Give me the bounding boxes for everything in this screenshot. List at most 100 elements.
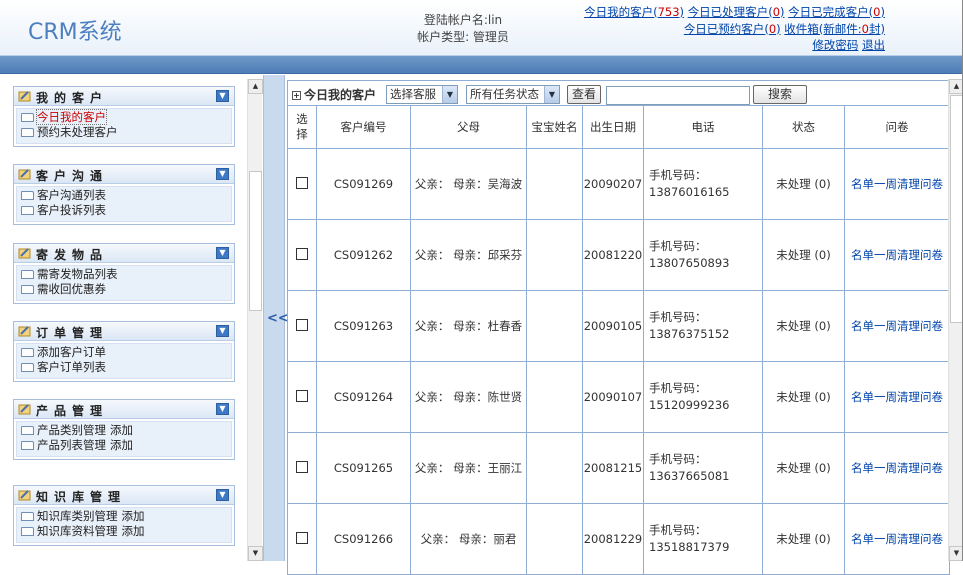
sidebar-item-label[interactable]: 产品列表管理 — [37, 438, 106, 452]
select-cell — [287, 432, 317, 504]
sidebar-item[interactable]: 需收回优惠券 — [21, 282, 229, 297]
row-checkbox[interactable] — [296, 247, 308, 260]
tool-icon — [18, 91, 31, 102]
add-link[interactable]: 添加 — [122, 524, 145, 538]
collapse-panel-icon[interactable]: ▼ — [216, 325, 229, 337]
scroll-up-icon[interactable]: ▲ — [949, 79, 963, 94]
collapse-panel-icon[interactable]: ▼ — [216, 168, 229, 180]
sidebar-item-label[interactable]: 今日我的客户 — [36, 109, 107, 125]
birth-date: 20081220 — [582, 219, 644, 291]
search-button[interactable]: 搜索 — [753, 85, 807, 104]
collapse-panel-icon[interactable]: ▼ — [216, 247, 229, 259]
link-logout[interactable]: 退出 — [862, 38, 885, 52]
row-checkbox[interactable] — [296, 176, 308, 189]
scroll-down-icon[interactable]: ▼ — [248, 546, 263, 561]
link-today-handled[interactable]: 今日已处理客户(0) — [688, 5, 785, 19]
link-change-password[interactable]: 修改密码 — [812, 38, 858, 52]
survey-link[interactable]: 名单一周清理问卷 — [844, 361, 950, 433]
link-today-done[interactable]: 今日已完成客户(0) — [788, 5, 885, 19]
table-row[interactable]: CS091269 父亲： 母亲：吴海波 20090207 手机号码： 138760161… — [287, 148, 950, 220]
baby-name — [526, 361, 583, 433]
sidebar-scrollbar[interactable]: ▲ ▼ — [247, 79, 263, 561]
sidebar-item[interactable]: 产品类别管理 添加 — [21, 423, 229, 438]
sidebar-item[interactable]: 预约未处理客户 — [21, 125, 229, 140]
row-checkbox[interactable] — [296, 531, 308, 544]
add-link[interactable]: 添加 — [122, 509, 145, 523]
sidebar-item[interactable]: 知识库资料管理 添加 — [21, 524, 229, 539]
sidebar-item[interactable]: 需寄发物品列表 — [21, 267, 229, 282]
panel-header[interactable]: 我的客户 ▼ — [14, 87, 234, 106]
survey-link[interactable]: 名单一周清理问卷 — [844, 503, 950, 575]
sidebar-item[interactable]: 知识库类别管理 添加 — [21, 509, 229, 524]
column-header: 问卷 — [844, 105, 950, 149]
status: 未处理 (0) — [762, 290, 845, 362]
link-inbox[interactable]: 收件箱(新邮件:0封) — [784, 22, 885, 36]
sidebar-item-label[interactable]: 产品类别管理 — [37, 423, 106, 437]
row-checkbox[interactable] — [296, 318, 308, 331]
panel-header[interactable]: 客户沟通 ▼ — [14, 165, 234, 184]
sidebar-item[interactable]: 产品列表管理 添加 — [21, 438, 229, 453]
view-button[interactable]: 查看 — [567, 85, 601, 104]
tool-icon — [18, 169, 31, 180]
scroll-thumb[interactable] — [950, 95, 963, 323]
collapse-panel-icon[interactable]: ▼ — [216, 90, 229, 102]
sidebar-item-label[interactable]: 客户投诉列表 — [37, 203, 106, 217]
row-checkbox[interactable] — [296, 389, 308, 402]
panel-body: 今日我的客户 预约未处理客户 — [16, 108, 232, 144]
sidebar-item-label[interactable]: 需收回优惠券 — [37, 282, 106, 296]
birth-date: 20090105 — [582, 290, 644, 362]
phone-label: 手机号码： — [649, 168, 707, 182]
sidebar-item-label[interactable]: 预约未处理客户 — [37, 125, 118, 139]
scroll-up-icon[interactable]: ▲ — [248, 79, 263, 94]
survey-link[interactable]: 名单一周清理问卷 — [844, 219, 950, 291]
sidebar-item-label[interactable]: 知识库资料管理 — [37, 524, 118, 538]
panel-header[interactable]: 产品管理 ▼ — [14, 400, 234, 419]
column-header: 父母 — [410, 105, 527, 149]
sidebar-item-label[interactable]: 客户沟通列表 — [37, 188, 106, 202]
row-checkbox[interactable] — [296, 460, 308, 473]
chevron-down-icon[interactable]: ▼ — [442, 86, 457, 103]
scroll-thumb[interactable] — [249, 171, 262, 311]
table-row[interactable]: CS091264 父亲： 母亲：陈世贤 20090107 手机号码： 151209992… — [287, 361, 950, 433]
collapse-panel-icon[interactable]: ▼ — [216, 403, 229, 415]
scroll-down-icon[interactable]: ▼ — [949, 546, 963, 561]
folder-icon — [21, 426, 34, 435]
sidebar-splitter: << — [263, 75, 289, 561]
table-row[interactable]: CS091265 父亲： 母亲：王丽江 20081215 手机号码： 136376650… — [287, 432, 950, 504]
sidebar-item[interactable]: 添加客户订单 — [21, 345, 229, 360]
table-row[interactable]: CS091266 父亲： 母亲：丽君 20081229 手机号码： 1351881737… — [287, 503, 950, 575]
search-input[interactable] — [606, 86, 750, 105]
add-link[interactable]: 添加 — [110, 438, 133, 452]
sidebar: 我的客户 ▼ 今日我的客户 预约未处理客户客户沟通 ▼ 客户沟通列表 客户投诉列表寄发物品 ▼… — [0, 75, 249, 561]
content-scrollbar[interactable]: ▲ ▼ — [948, 79, 963, 561]
link-today-customers[interactable]: 今日我的客户(753) — [584, 5, 684, 19]
survey-link[interactable]: 名单一周清理问卷 — [844, 148, 950, 220]
panel-header[interactable]: 订单管理 ▼ — [14, 322, 234, 341]
table-row[interactable]: CS091262 父亲： 母亲：邱采芬 20081220 手机号码： 138076508… — [287, 219, 950, 291]
panel-header[interactable]: 寄发物品 ▼ — [14, 244, 234, 263]
add-link[interactable]: 添加 — [110, 423, 133, 437]
customer-id: CS091263 — [316, 290, 411, 362]
sidebar-item-label[interactable]: 知识库类别管理 — [37, 509, 118, 523]
sidebar-item-label[interactable]: 需寄发物品列表 — [37, 267, 118, 281]
collapse-panel-icon[interactable]: ▼ — [216, 489, 229, 501]
panel-header[interactable]: 知识库管理 ▼ — [14, 486, 234, 505]
chevron-down-icon[interactable]: ▼ — [544, 86, 559, 103]
table-row[interactable]: CS091263 父亲： 母亲：杜春香 20090105 手机号码： 138763751… — [287, 290, 950, 362]
sidebar-item[interactable]: 客户投诉列表 — [21, 203, 229, 218]
sidebar-item[interactable]: 今日我的客户 — [21, 109, 229, 125]
folder-icon — [21, 270, 34, 279]
survey-link[interactable]: 名单一周清理问卷 — [844, 432, 950, 504]
service-select[interactable]: 选择客服 ▼ — [386, 85, 458, 104]
birth-date: 20090107 — [582, 361, 644, 433]
sidebar-item-label[interactable]: 客户订单列表 — [37, 360, 106, 374]
sidebar-item-label[interactable]: 添加客户订单 — [37, 345, 106, 359]
sidebar-item[interactable]: 客户沟通列表 — [21, 188, 229, 203]
folder-icon — [21, 441, 34, 450]
collapse-sidebar-button[interactable]: << — [267, 311, 289, 326]
sidebar-item[interactable]: 客户订单列表 — [21, 360, 229, 375]
link-today-booked[interactable]: 今日已预约客户(0) — [684, 22, 781, 36]
expand-icon[interactable]: + — [292, 91, 301, 100]
survey-link[interactable]: 名单一周清理问卷 — [844, 290, 950, 362]
status-select[interactable]: 所有任务状态 ▼ — [466, 85, 560, 104]
